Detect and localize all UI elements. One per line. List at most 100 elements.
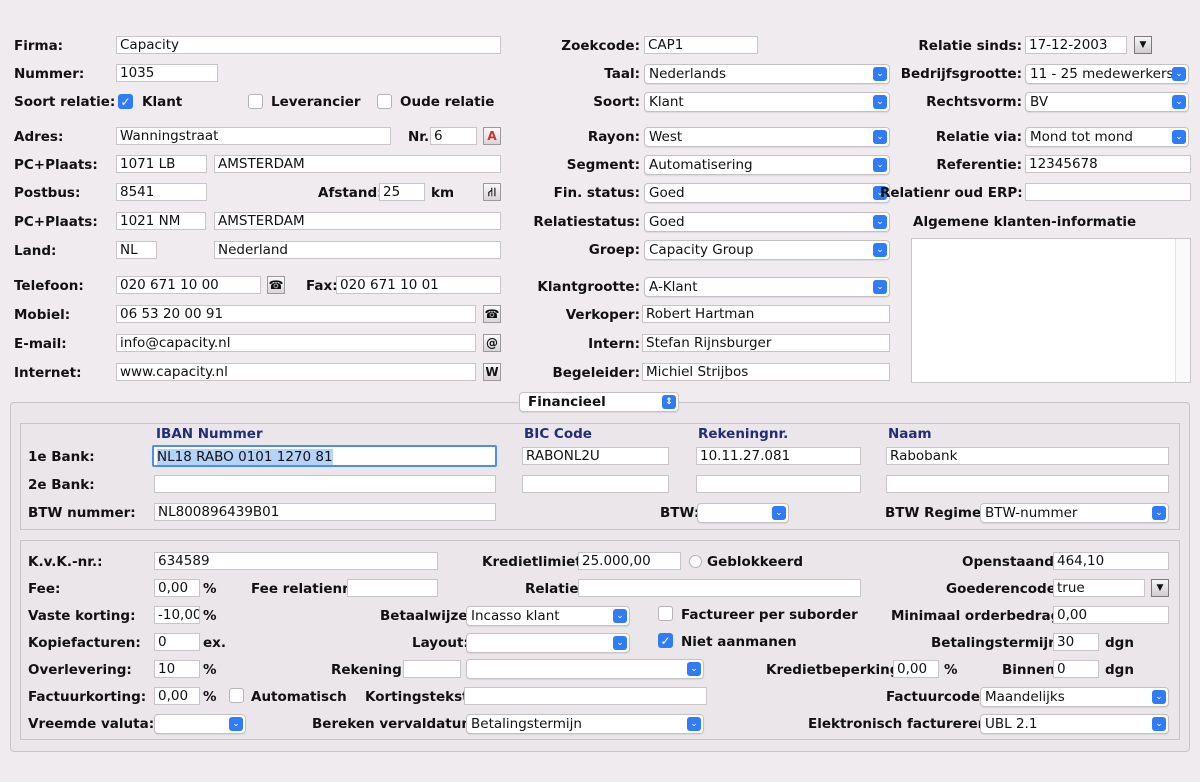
telefoon-input[interactable]: 020 671 10 00 [116, 276, 261, 294]
section-selector[interactable]: Financieel ⇕ [519, 392, 679, 412]
betalingstermijn-input[interactable]: 30 [1053, 633, 1099, 651]
klant-checkbox[interactable]: ✓ [118, 94, 133, 109]
taal-select[interactable]: Nederlands ⌄ [644, 64, 890, 84]
naam2-input[interactable] [886, 475, 1169, 493]
adres-input[interactable]: Wanningstraat [116, 127, 391, 145]
ex-label: ex. [203, 635, 226, 651]
internet-input[interactable]: www.capacity.nl [116, 363, 476, 381]
calendar-dropdown-icon[interactable]: ▼ [1134, 36, 1152, 54]
layout-select[interactable]: ⌄ [466, 633, 630, 653]
geblokkeerd-checkbox[interactable] [689, 555, 702, 568]
scrollbar[interactable] [1175, 239, 1190, 382]
begeleider-input[interactable]: Michiel Strijbos [642, 363, 890, 381]
route-icon[interactable]: ⛙ [483, 183, 501, 201]
referentie-input[interactable]: 12345678 [1025, 155, 1191, 173]
soort-label: Soort: [593, 94, 640, 110]
afstand-input[interactable]: 25 [379, 183, 425, 201]
land-input[interactable]: Nederland [214, 241, 501, 259]
email-input[interactable]: info@capacity.nl [116, 334, 476, 352]
factuurkorting-input[interactable]: 0,00 [154, 687, 200, 705]
factuurkorting-pct-label: % [203, 689, 217, 705]
groep-select[interactable]: Capacity Group ⌄ [644, 240, 890, 260]
pcplaats-label: PC+Plaats: [14, 157, 98, 173]
algemene-info-textarea[interactable] [911, 238, 1191, 383]
rechtsvorm-label: Rechtsvorm: [926, 94, 1022, 110]
plaats-input[interactable]: AMSTERDAM [214, 155, 501, 173]
rekeningnr2-input[interactable] [696, 475, 861, 493]
factureer-checkbox[interactable] [658, 606, 673, 621]
btwregime-select[interactable]: BTW-nummer ⌄ [980, 503, 1169, 523]
firma-label: Firma: [14, 38, 64, 54]
iban1-input[interactable]: NL18 RABO 0101 1270 81 [152, 445, 497, 467]
soort-select[interactable]: Klant ⌄ [644, 92, 890, 112]
overlevering-input[interactable]: 10 [154, 660, 200, 678]
email-icon[interactable]: @ [483, 334, 501, 352]
relatie-via-select[interactable]: Mond tot mond ⌄ [1025, 127, 1189, 147]
oude-relatie-checkbox[interactable] [377, 94, 392, 109]
niet-aanmanen-checkbox[interactable]: ✓ [658, 633, 673, 648]
elektronisch-select[interactable]: UBL 2.1 ⌄ [980, 714, 1169, 734]
minimaal-input[interactable]: 0,00 [1053, 606, 1169, 624]
fee-relatienr-input[interactable] [347, 579, 438, 597]
mobile-dial-icon[interactable]: ☎ [483, 305, 501, 323]
finstatus-select[interactable]: Goed ⌄ [644, 183, 890, 203]
fax-input[interactable]: 020 671 10 01 [336, 276, 501, 294]
btwnr-input[interactable]: NL800896439B01 [154, 503, 496, 521]
zoekcode-input[interactable]: CAP1 [644, 36, 758, 54]
binnen-input[interactable]: 0 [1053, 660, 1099, 678]
fax-label: Fax: [306, 278, 338, 294]
openstaand-input[interactable]: 464,10 [1053, 552, 1169, 570]
rechtsvorm-select[interactable]: BV ⌄ [1025, 92, 1189, 112]
verkoper-input[interactable]: Robert Hartman [642, 305, 890, 323]
landcode-input[interactable]: NL [116, 241, 157, 259]
postcode2-input[interactable]: 1021 NM [116, 212, 206, 230]
bic1-input[interactable]: RABONL2U [522, 447, 669, 465]
iban2-input[interactable] [154, 475, 496, 493]
begeleider-label: Begeleider: [552, 365, 640, 381]
mobiel-input[interactable]: 06 53 20 00 91 [116, 305, 476, 323]
vreemde-valuta-select[interactable]: ⌄ [154, 714, 246, 734]
btw-select[interactable]: ⌄ [697, 503, 789, 523]
rekening-select[interactable]: ⌄ [466, 659, 704, 679]
vaste-korting-input[interactable]: -10,00 [154, 606, 200, 624]
klantgrootte-label: Klantgrootte: [537, 279, 640, 295]
relatiestatus-select[interactable]: Goed ⌄ [644, 212, 890, 232]
rekening-input[interactable] [403, 660, 461, 678]
phone-dial-icon[interactable]: ☎ [267, 276, 285, 294]
naam1-input[interactable]: Rabobank [886, 447, 1169, 465]
plaats2-input[interactable]: AMSTERDAM [214, 212, 501, 230]
nr-input[interactable]: 6 [430, 127, 477, 145]
firma-input[interactable]: Capacity [116, 36, 501, 54]
goederencode-dropdown-icon[interactable]: ▼ [1151, 579, 1169, 597]
postbus-input[interactable]: 8541 [116, 183, 207, 201]
automatisch-label: Automatisch [251, 689, 347, 705]
automatisch-checkbox[interactable] [229, 688, 244, 703]
nummer-input[interactable]: 1035 [116, 64, 218, 82]
kredietlimiet-input[interactable]: 25.000,00 [578, 552, 681, 570]
address-lookup-icon[interactable]: A [483, 127, 501, 145]
mobiel-label: Mobiel: [14, 307, 71, 323]
bedrijfsgrootte-select[interactable]: 11 - 25 medewerkers ⌄ [1025, 64, 1189, 84]
rayon-select[interactable]: West ⌄ [644, 127, 890, 147]
kredietbeperking-input[interactable]: 0,00 [893, 660, 939, 678]
intern-input[interactable]: Stefan Rijnsburger [642, 334, 890, 352]
rekeningnr1-input[interactable]: 10.11.27.081 [696, 447, 861, 465]
segment-select[interactable]: Automatisering ⌄ [644, 155, 890, 175]
factuurcode-select[interactable]: Maandelijks ⌄ [980, 687, 1169, 707]
bereken-vervaldatum-select[interactable]: Betalingstermijn ⌄ [466, 714, 704, 734]
kvk-input[interactable]: 634589 [154, 552, 438, 570]
fee-input[interactable]: 0,00 [154, 579, 200, 597]
relatie-sinds-input[interactable]: 17-12-2003 [1025, 36, 1127, 54]
vreemde-valuta-label: Vreemde valuta: [28, 716, 155, 732]
klantgrootte-select[interactable]: A-Klant ⌄ [644, 277, 890, 297]
leverancier-checkbox[interactable] [248, 94, 263, 109]
postcode-input[interactable]: 1071 LB [116, 155, 207, 173]
relatie-input[interactable] [578, 579, 861, 597]
bic2-input[interactable] [522, 475, 669, 493]
kopiefacturen-input[interactable]: 0 [154, 633, 200, 651]
kortingstekst-input[interactable] [464, 687, 707, 705]
goederencode-input[interactable]: true [1053, 579, 1145, 597]
web-icon[interactable]: W [483, 363, 501, 381]
betaalwijze-select[interactable]: Incasso klant ⌄ [466, 606, 630, 626]
relatienr-input[interactable] [1025, 183, 1191, 201]
